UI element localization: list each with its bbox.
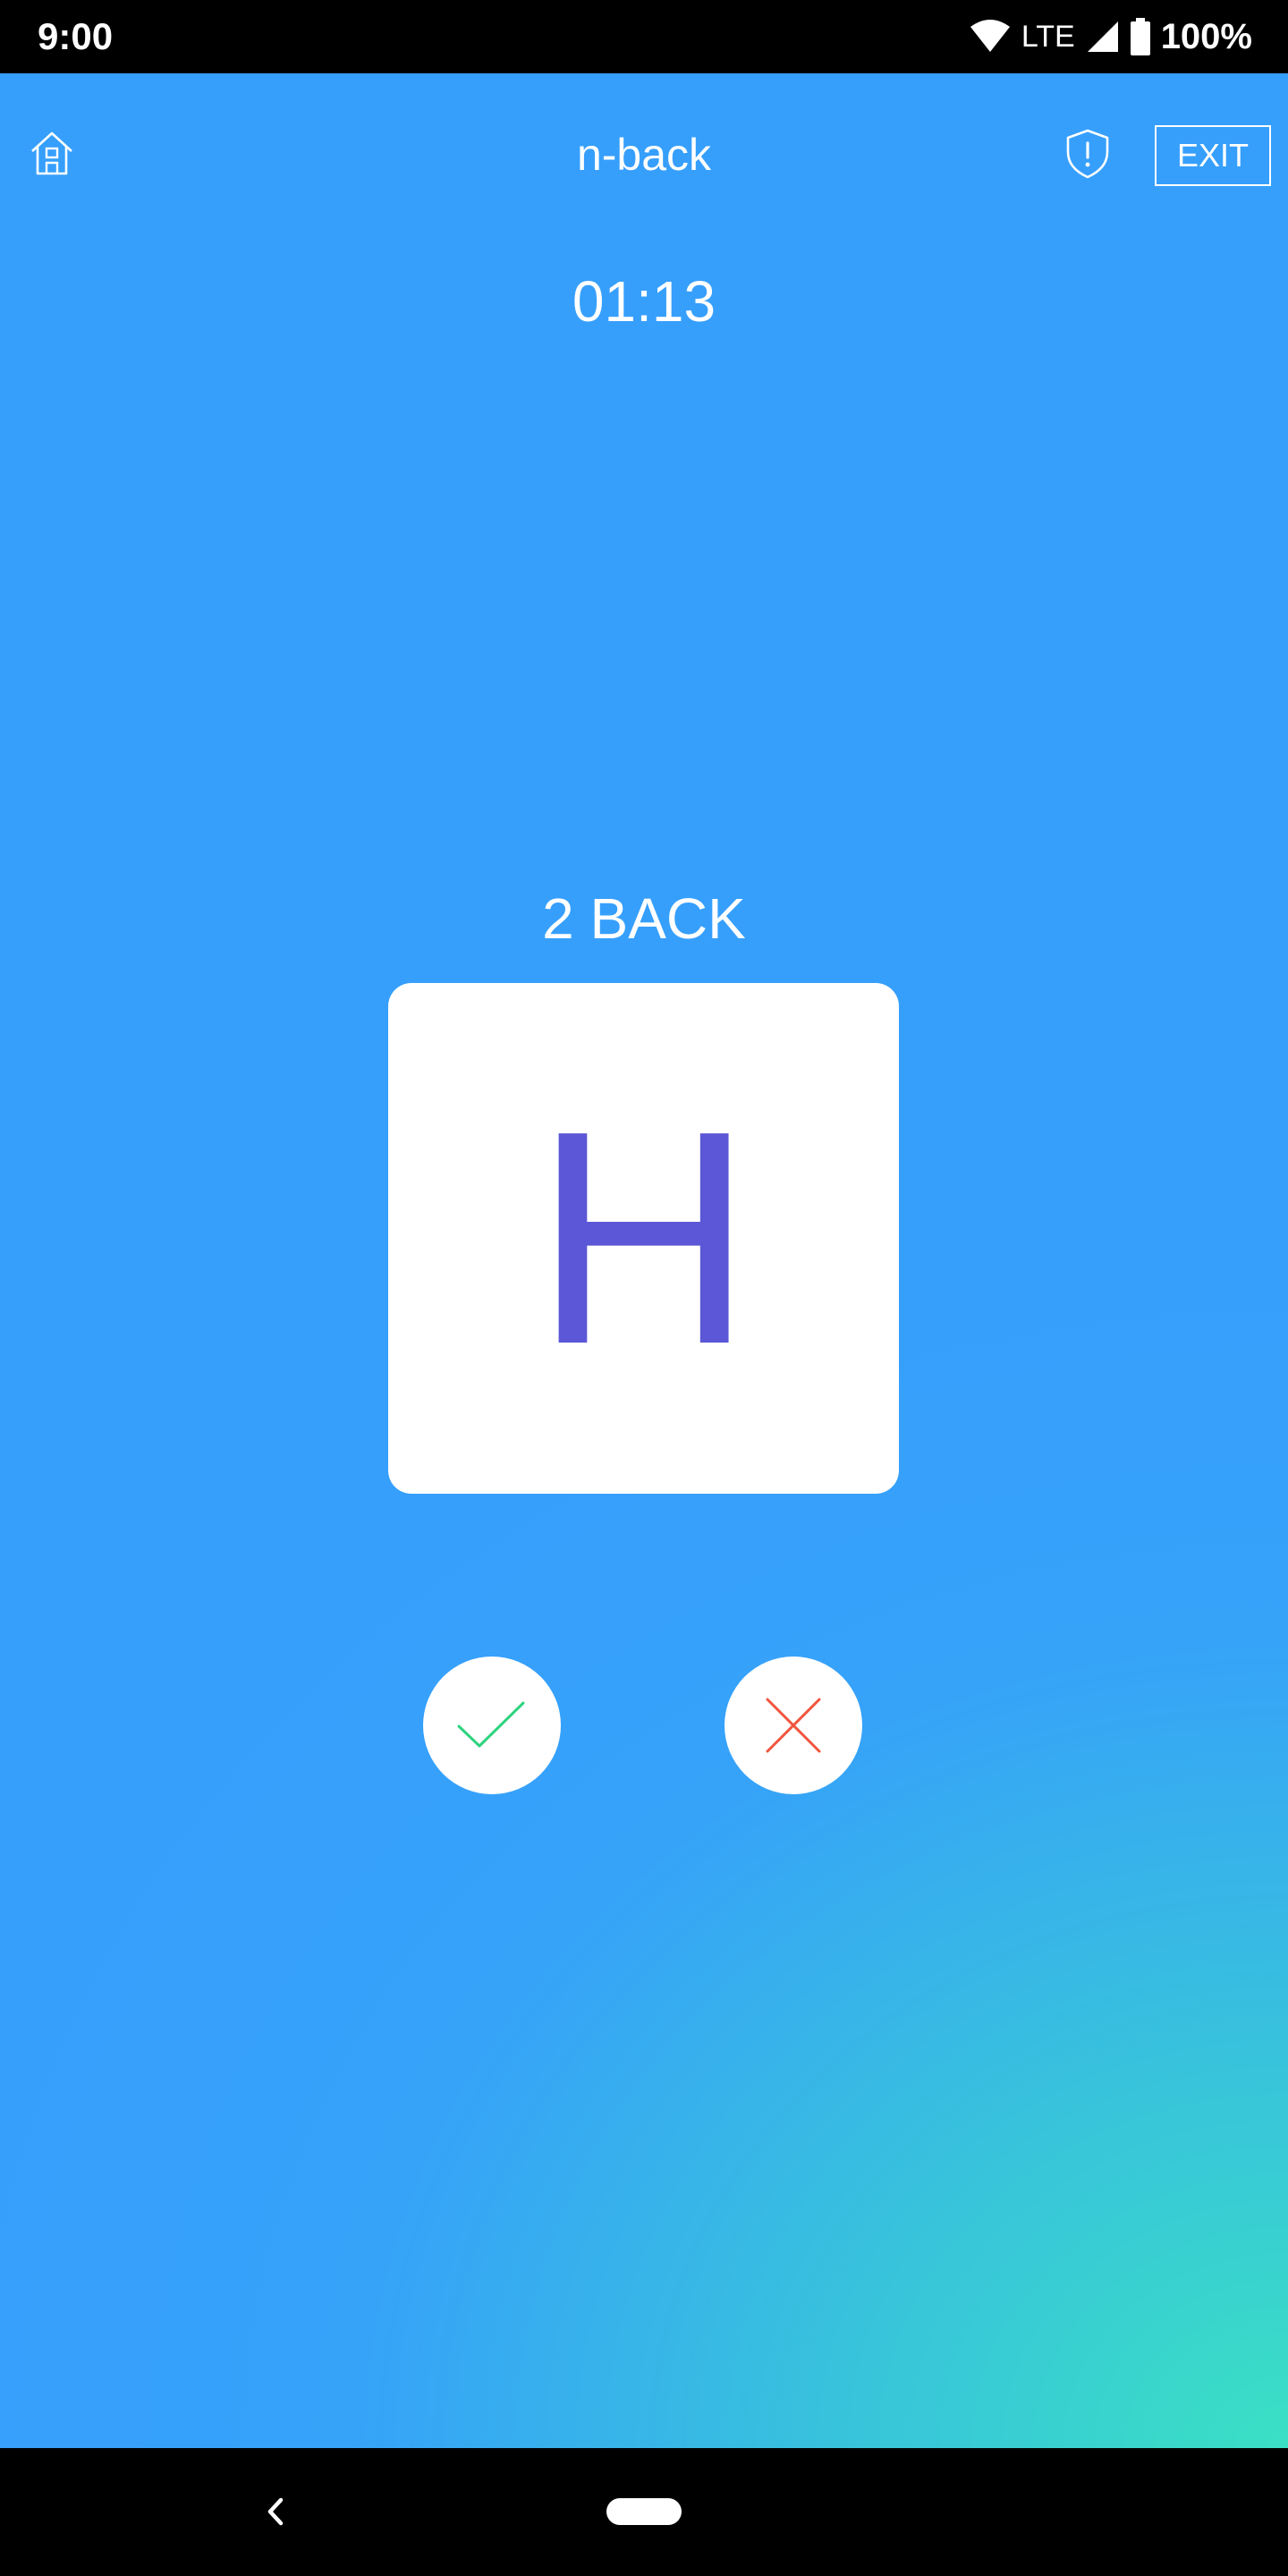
- stimulus-card: H: [388, 983, 899, 1494]
- status-bar: 9:00 LTE 100%: [0, 0, 1288, 73]
- battery-icon: [1130, 18, 1150, 55]
- status-time: 9:00: [38, 15, 114, 57]
- system-nav-bar: [0, 2448, 1288, 2576]
- shield-alert-icon[interactable]: [1063, 127, 1113, 181]
- cross-icon: [766, 1698, 821, 1753]
- stimulus-letter: H: [533, 1068, 754, 1408]
- cell-signal-icon: [1087, 21, 1118, 52]
- nback-game-screen: n-back EXIT 01:13 2 BACK H: [0, 73, 1288, 2448]
- no-match-button[interactable]: [724, 1657, 862, 1794]
- match-button[interactable]: [423, 1657, 561, 1794]
- level-label: 2 BACK: [542, 886, 746, 951]
- wifi-icon: [970, 20, 1010, 52]
- screen: 9:00 LTE 100% n-back EXIT 01:13 2 BACK H: [0, 0, 1288, 2576]
- status-indicators: LTE 100%: [970, 13, 1252, 61]
- check-icon: [457, 1701, 525, 1748]
- home-pill-icon[interactable]: [606, 2498, 682, 2525]
- network-type: LTE: [1021, 20, 1075, 54]
- back-chevron-icon[interactable]: [259, 2491, 292, 2532]
- battery-percent: 100%: [1160, 17, 1252, 56]
- exit-button[interactable]: EXIT: [1155, 125, 1271, 186]
- timer: 01:13: [572, 269, 716, 334]
